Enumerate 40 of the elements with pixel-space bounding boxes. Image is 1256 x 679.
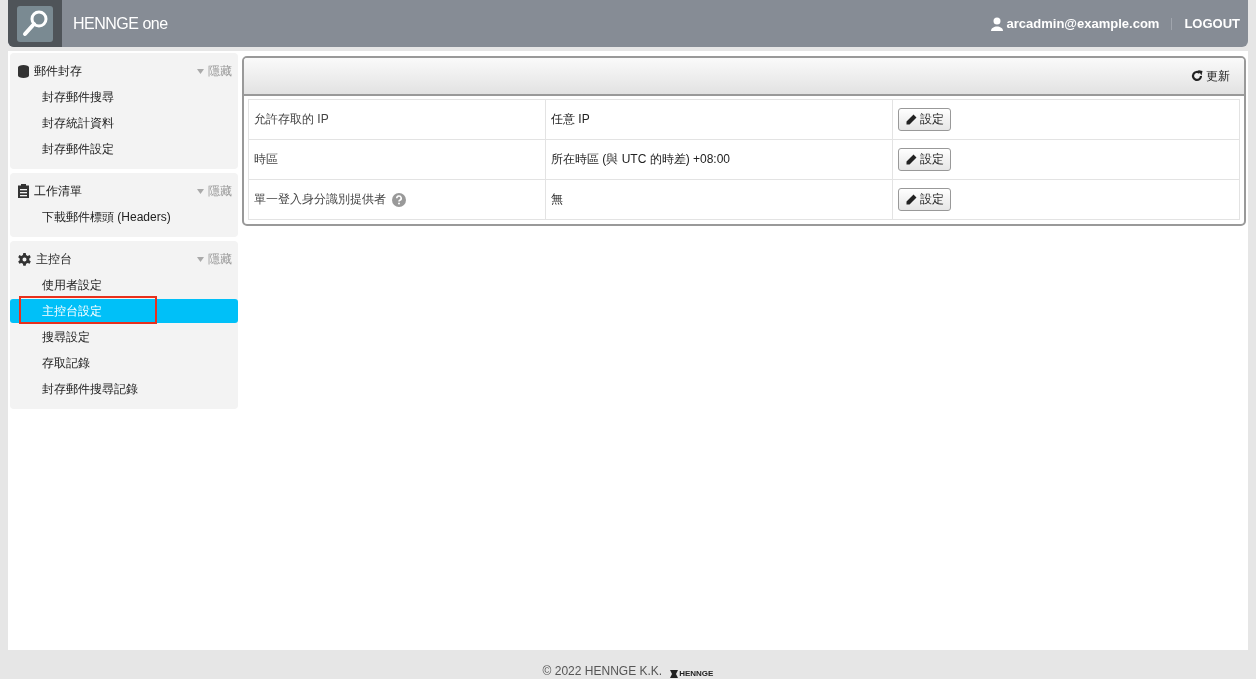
gear-icon bbox=[18, 252, 31, 266]
setting-name: 時區 bbox=[254, 152, 278, 166]
refresh-button[interactable]: 更新 bbox=[1191, 67, 1230, 85]
sidebar-item[interactable]: 封存郵件搜尋 bbox=[10, 85, 238, 109]
help-icon[interactable] bbox=[392, 192, 406, 207]
caret-icon bbox=[197, 188, 204, 194]
section-title: 主控台 bbox=[36, 250, 72, 268]
pencil-icon bbox=[905, 193, 917, 206]
edit-button[interactable]: 設定 bbox=[898, 108, 951, 131]
setting-name: 單一登入身分識別提供者 bbox=[254, 192, 386, 206]
magnifier-icon bbox=[17, 5, 53, 42]
copyright: © 2022 HENNGE K.K. bbox=[542, 664, 663, 678]
setting-value: 所在時區 (與 UTC 的時差) +08:00 bbox=[545, 139, 893, 180]
setting-name: 允許存取的 IP bbox=[254, 112, 329, 126]
sidebar-item[interactable]: 下載郵件標頭 (Headers) bbox=[10, 205, 238, 229]
logo-text: HENNGE bbox=[679, 669, 714, 678]
refresh-icon bbox=[1191, 70, 1203, 82]
sidebar-item[interactable]: 封存郵件搜尋記錄 bbox=[10, 377, 238, 401]
sidebar-item[interactable]: 搜尋設定 bbox=[10, 325, 238, 349]
setting-value: 任意 IP bbox=[545, 99, 893, 140]
caret-icon bbox=[197, 68, 204, 74]
sidebar-item[interactable]: 封存郵件設定 bbox=[10, 137, 238, 161]
user-email: arcadmin@example.com bbox=[1006, 16, 1160, 31]
pencil-icon bbox=[905, 113, 917, 126]
edit-button[interactable]: 設定 bbox=[898, 148, 951, 171]
database-icon bbox=[18, 64, 29, 78]
brand-name: HENNGE one bbox=[73, 14, 168, 33]
sidebar-item[interactable]: 封存統計資料 bbox=[10, 111, 238, 135]
sidebar-item[interactable]: 使用者設定 bbox=[10, 273, 238, 297]
app-logo-tile[interactable] bbox=[8, 0, 62, 47]
edit-button[interactable]: 設定 bbox=[898, 188, 951, 211]
caret-icon bbox=[197, 256, 204, 262]
section-title: 工作清單 bbox=[34, 182, 82, 200]
pencil-icon bbox=[905, 153, 917, 166]
setting-value: 無 bbox=[545, 179, 893, 220]
user-icon bbox=[990, 16, 1003, 31]
clipboard-icon bbox=[18, 184, 29, 198]
logo-mark-icon bbox=[670, 669, 679, 678]
sidebar-item[interactable]: 存取記錄 bbox=[10, 351, 238, 375]
section-title: 郵件封存 bbox=[34, 62, 82, 80]
